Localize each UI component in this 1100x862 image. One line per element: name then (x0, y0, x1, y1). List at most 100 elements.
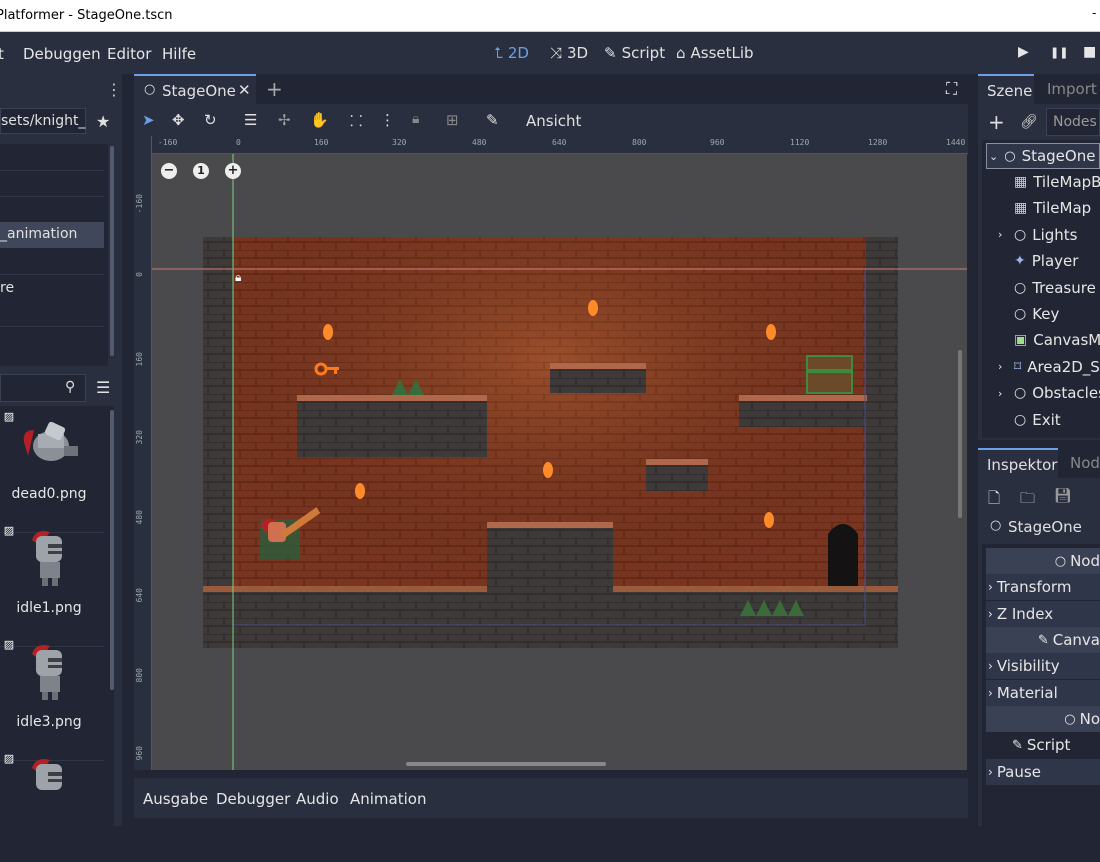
file-thumb-partial[interactable]: ▨ (0, 752, 110, 862)
zoom-out-button[interactable]: − (161, 163, 177, 179)
tab-debugger[interactable]: Debugger (216, 790, 290, 808)
zoom-reset-button[interactable]: 1 (193, 163, 209, 179)
inspector-header-nod[interactable]: ○ Nod (986, 548, 1100, 574)
menu-item-debuggen[interactable]: Debuggen (23, 45, 101, 63)
node-filter-input[interactable]: Nodes (1046, 108, 1100, 136)
inspector-row-label: Transform (996, 578, 1072, 596)
canvasmodulate-icon: ▣ (1014, 332, 1028, 349)
snap-options-icon[interactable]: ⋮ (380, 111, 395, 129)
scene-node-area2d_st[interactable]: › ⌑ Area2D_St (998, 354, 1100, 380)
inspector-section-pause[interactable]: › Pause (986, 759, 1100, 785)
chevron-right-icon: › (988, 686, 993, 700)
chevron-right-icon[interactable]: › (998, 360, 1008, 373)
platform (297, 395, 487, 457)
inspector-section-z-index[interactable]: › Z Index (986, 601, 1100, 627)
tab-node[interactable]: Nod (1058, 448, 1100, 478)
files-scrollbar[interactable] (110, 410, 114, 690)
play-button[interactable]: ▶ (1018, 44, 1029, 60)
minimize-button[interactable]: - (1092, 6, 1096, 20)
scene-node-stageone[interactable]: ⌄ ○ StageOne (986, 143, 1100, 169)
torch-light (588, 300, 598, 316)
inspector-row-label: Script (1026, 736, 1071, 754)
favorite-star-icon[interactable]: ★ (96, 112, 110, 131)
path-field[interactable]: sets/knight_ (0, 108, 86, 134)
canvas-viewport[interactable]: 🔒︎ − 1 + (152, 154, 967, 770)
horizontal-scrollbar[interactable] (406, 762, 606, 766)
dock-menu-icon[interactable]: ⋮ (106, 82, 122, 98)
scene-node-lights[interactable]: › ○ Lights (998, 222, 1077, 248)
tree-item-animation[interactable]: _animation (0, 222, 104, 248)
move-tool-icon[interactable]: ✥ (172, 111, 185, 129)
scene-node-key[interactable]: ○ Key (998, 301, 1059, 327)
bone-icon[interactable]: ✎ (486, 111, 499, 129)
chevron-right-icon: › (988, 765, 993, 779)
stop-button[interactable]: ■ (1083, 44, 1096, 60)
chevron-right-icon[interactable]: › (998, 228, 1008, 241)
inspector-header-canva[interactable]: ✎ Canva (986, 627, 1100, 653)
chevron-right-icon[interactable]: › (998, 387, 1008, 400)
assetlib-icon: ⌂ (676, 44, 686, 62)
tree-item-re[interactable]: re (0, 280, 104, 306)
new-resource-icon[interactable]: 🗋︎ (988, 488, 1000, 513)
file-search-input[interactable]: ⚲ (0, 374, 86, 402)
add-tab-icon[interactable]: + (266, 77, 283, 101)
tab-ausgabe[interactable]: Ausgabe (143, 790, 208, 808)
close-tab-icon[interactable]: ✕ (238, 81, 251, 99)
link-icon[interactable]: 🔗︎ (1020, 114, 1038, 130)
right-pillar (866, 237, 898, 647)
workspace-3d-button[interactable]: ⤨ 3D (550, 44, 588, 62)
scene-node-canvasmo[interactable]: ▣ CanvasMo (998, 327, 1100, 353)
save-icon[interactable]: 💾︎ (1054, 488, 1072, 504)
treasure-chest-sprite (806, 355, 853, 394)
add-node-icon[interactable]: + (988, 110, 1005, 134)
menu-item-szene[interactable]: t (0, 45, 4, 63)
node-label: Player (1031, 252, 1079, 271)
workspace-2d-button[interactable]: ⮤ 2D (494, 44, 529, 62)
file-thumb-dead0[interactable]: ▨ dead0.png (0, 410, 110, 520)
pause-button[interactable]: ❚❚ (1050, 46, 1068, 59)
tab-inspektor[interactable]: Inspektor (978, 448, 1058, 478)
workspace-script-button[interactable]: ✎ Script (604, 44, 665, 62)
view-menu-button[interactable]: Ansicht (526, 112, 581, 130)
inspector-section-transform[interactable]: › Transform (986, 574, 1100, 600)
file-thumb-idle1[interactable]: ▨ idle1.png (0, 524, 110, 634)
tab-stageone[interactable]: ○ StageOne ✕ (134, 74, 256, 104)
scene-node-exit[interactable]: ○ Exit (998, 407, 1061, 433)
list-view-icon[interactable]: ☰ (96, 378, 110, 397)
vertical-scrollbar[interactable] (958, 350, 962, 518)
tab-szene[interactable]: Szene (978, 74, 1034, 104)
file-thumb-idle3[interactable]: ▨ idle3.png (0, 638, 110, 748)
zoom-in-button[interactable]: + (225, 163, 241, 179)
pan-tool-icon[interactable]: ✋ (310, 111, 329, 129)
node-label: CanvasMo (1033, 331, 1100, 350)
scene-node-tilemap[interactable]: ▦ TileMap (998, 195, 1091, 221)
tab-import[interactable]: Import (1034, 74, 1100, 104)
node-label: Lights (1032, 225, 1078, 244)
tree-scrollbar[interactable] (110, 146, 114, 356)
menu-item-editor[interactable]: Editor (107, 45, 151, 63)
ruler-tick-label: 480 (472, 138, 487, 147)
list-select-icon[interactable]: ☰ (244, 111, 257, 129)
tab-inspektor-label: Inspektor (987, 456, 1058, 474)
tab-animation[interactable]: Animation (350, 790, 426, 808)
inspector-plain-script[interactable]: ✎ Script (986, 732, 1100, 758)
lock-icon[interactable]: 🔒︎ (412, 111, 419, 127)
group-icon[interactable]: ⊞ (446, 111, 459, 129)
scene-node-obstacles[interactable]: › ○ Obstacles (998, 380, 1100, 406)
rotate-tool-icon[interactable]: ↻ (204, 111, 217, 129)
distraction-free-icon[interactable]: ⛶ (946, 79, 957, 99)
snap-icon[interactable]: ⸬ (350, 111, 362, 131)
open-folder-icon[interactable]: 🗀︎ (1020, 488, 1035, 513)
inspector-header-no[interactable]: ○ No (986, 706, 1100, 732)
scene-node-tilemapba[interactable]: ▦ TileMapBa (998, 169, 1100, 195)
menu-item-hilfe[interactable]: Hilfe (162, 45, 196, 63)
workspace-assetlib-button[interactable]: ⌂ AssetLib (676, 44, 754, 62)
inspector-section-material[interactable]: › Material (986, 680, 1100, 706)
select-tool-icon[interactable]: ➤ (142, 111, 155, 129)
scene-node-player[interactable]: ✦ Player (998, 248, 1078, 274)
scene-node-treasure[interactable]: ○ Treasure (998, 275, 1096, 301)
image-file-icon: ▨ (3, 752, 15, 765)
inspector-section-visibility[interactable]: › Visibility (986, 653, 1100, 679)
pivot-icon[interactable]: ✢ (278, 111, 291, 129)
tab-audio[interactable]: Audio (296, 790, 339, 808)
